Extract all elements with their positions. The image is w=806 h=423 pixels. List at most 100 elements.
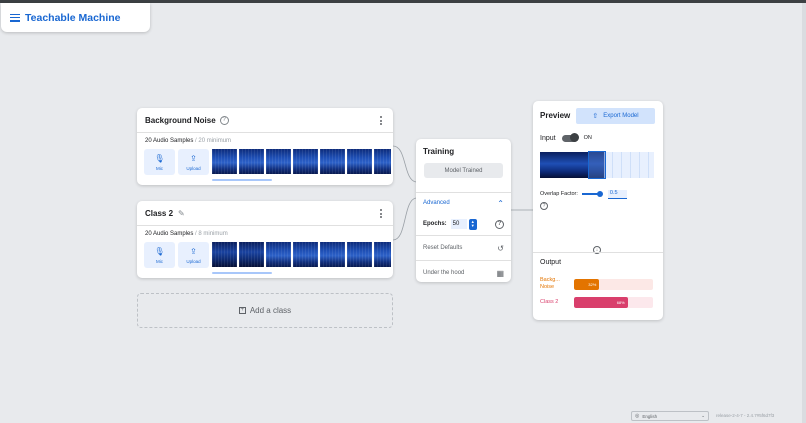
output-title: Output	[540, 259, 562, 266]
output-row-0: Backg... Noise 32%	[540, 277, 653, 291]
sample-thumbnail[interactable]	[374, 242, 391, 267]
reset-defaults-label: Reset Defaults	[423, 245, 463, 251]
reset-defaults-row[interactable]: Reset Defaults ↺	[416, 236, 511, 260]
language-select[interactable]: ◎ English ⌄	[631, 411, 709, 421]
preview-panel: Preview ⇧ Export Model Input ON Overlap …	[533, 101, 663, 320]
input-label: Input	[540, 134, 556, 142]
class-header: Class 2 ✎	[137, 201, 393, 226]
spectrogram-window	[588, 151, 606, 179]
sample-thumbnail[interactable]	[239, 242, 264, 267]
menu-icon[interactable]	[10, 13, 20, 22]
kebab-menu-icon[interactable]	[380, 116, 383, 125]
chevron-up-icon: ⌃	[497, 198, 504, 208]
thumbnail-scrollbar[interactable]	[212, 272, 272, 274]
preview-header: Preview ⇧ Export Model	[533, 101, 663, 129]
output-bar: 68%	[574, 297, 653, 308]
overlap-label: Overlap Factor:	[540, 191, 578, 197]
class-name[interactable]: Background Noise	[145, 116, 216, 125]
kebab-menu-icon[interactable]	[380, 209, 383, 218]
output-label: Backg... Noise	[540, 277, 560, 290]
sample-thumbnail[interactable]	[266, 242, 291, 267]
under-the-hood-label: Under the hood	[423, 270, 465, 276]
advanced-toggle[interactable]: Advanced ⌃	[416, 193, 511, 213]
training-title: Training	[423, 147, 455, 156]
mic-icon: 🎙	[154, 153, 165, 163]
output-row-1: Class 2 68%	[540, 297, 653, 308]
thumbnail-scrollbar[interactable]	[212, 179, 272, 181]
input-row: Input ON	[533, 129, 663, 147]
overlap-input[interactable]: 0.5	[607, 189, 627, 199]
mic-label: Mic	[156, 165, 163, 171]
history-icon: ↺	[497, 243, 504, 253]
sample-thumbnail[interactable]	[293, 242, 318, 267]
sample-thumbnail[interactable]	[212, 242, 237, 267]
sample-thumbnail[interactable]	[293, 149, 318, 174]
sample-thumbnail[interactable]	[320, 242, 345, 267]
samples-min-text: / 20 minimum	[193, 138, 232, 144]
upload-label: Upload	[186, 165, 201, 171]
samples-min-text: / 8 minimum	[193, 231, 228, 237]
sample-thumbnail[interactable]	[347, 242, 372, 267]
upload-button[interactable]: ⇪ Upload	[178, 149, 209, 175]
epochs-stepper[interactable]: ▲ ▼	[468, 218, 477, 230]
export-model-button[interactable]: ⇧ Export Model	[576, 108, 655, 124]
mic-label: Mic	[156, 258, 163, 264]
sample-tools: 🎙 Mic ⇪ Upload	[137, 149, 393, 185]
add-class-button[interactable]: + Add a class	[137, 293, 393, 328]
overlap-slider[interactable]	[581, 190, 603, 197]
help-icon[interactable]: ?	[495, 219, 504, 229]
sample-thumbnail[interactable]	[266, 149, 291, 174]
language-label: English	[642, 413, 658, 419]
input-toggle[interactable]	[561, 133, 579, 142]
epochs-input[interactable]: 50	[450, 219, 467, 229]
mic-icon: 🎙	[154, 246, 165, 256]
output-label: Class 2	[540, 299, 559, 305]
sample-thumbnails	[212, 242, 393, 267]
advanced-label: Advanced	[423, 200, 450, 206]
sample-tools: 🎙 Mic ⇪ Upload	[137, 242, 393, 278]
under-the-hood-row[interactable]: Under the hood ▦	[416, 261, 511, 285]
class-card-class-2: Class 2 ✎ 20 Audio Samples / 8 minimum 🎙…	[137, 201, 393, 278]
mic-button[interactable]: 🎙 Mic	[144, 242, 175, 268]
chevron-down-icon: ⌄	[701, 413, 705, 418]
upload-icon: ⇪	[190, 153, 197, 163]
epochs-row: Epochs: 50 ▲ ▼ ?	[416, 213, 511, 235]
epochs-label: Epochs:	[423, 221, 447, 227]
help-icon[interactable]: ?	[219, 115, 229, 125]
export-label: Export Model	[603, 113, 639, 119]
sample-thumbnails	[212, 149, 393, 174]
output-fill: 32%	[574, 278, 600, 290]
version-text: release-2-4-7 - 2.4.7#5f6d7f3	[716, 413, 775, 418]
train-model-button[interactable]: Model Trained	[424, 163, 503, 178]
samples-count: 20 Audio Samples / 8 minimum	[137, 226, 393, 242]
upload-button[interactable]: ⇪ Upload	[178, 242, 209, 268]
class-card-background-noise: Background Noise ? 20 Audio Samples / 20…	[137, 108, 393, 185]
help-icon[interactable]: ?	[540, 202, 548, 210]
page-scrollbar[interactable]	[802, 3, 806, 423]
sample-thumbnail[interactable]	[239, 149, 264, 174]
training-panel: Training Model Trained Advanced ⌃ Epochs…	[416, 139, 511, 282]
overlap-row: Overlap Factor: 0.5	[533, 187, 663, 201]
export-icon: ⇧	[592, 113, 599, 120]
sample-thumbnail[interactable]	[212, 149, 237, 174]
class-header: Background Noise ?	[137, 108, 393, 133]
upload-label: Upload	[186, 258, 201, 264]
app-header: Teachable Machine	[1, 3, 150, 32]
samples-count-text: 20 Audio Samples	[145, 138, 194, 144]
input-spectrogram	[540, 151, 654, 179]
mic-button[interactable]: 🎙 Mic	[144, 149, 175, 175]
plus-box-icon: +	[238, 307, 246, 314]
add-class-label: Add a class	[249, 306, 292, 315]
toggle-state: ON	[583, 135, 592, 141]
sample-thumbnail[interactable]	[347, 149, 372, 174]
output-fill: 68%	[574, 297, 628, 308]
samples-count: 20 Audio Samples / 20 minimum	[137, 133, 393, 149]
class-name[interactable]: Class 2	[145, 209, 173, 218]
sample-thumbnail[interactable]	[374, 149, 391, 174]
app-title[interactable]: Teachable Machine	[25, 12, 121, 24]
samples-count-text: 20 Audio Samples	[145, 231, 194, 237]
chart-icon: ▦	[496, 268, 504, 278]
pencil-icon[interactable]: ✎	[178, 209, 185, 218]
preview-title: Preview	[540, 110, 571, 120]
sample-thumbnail[interactable]	[320, 149, 345, 174]
